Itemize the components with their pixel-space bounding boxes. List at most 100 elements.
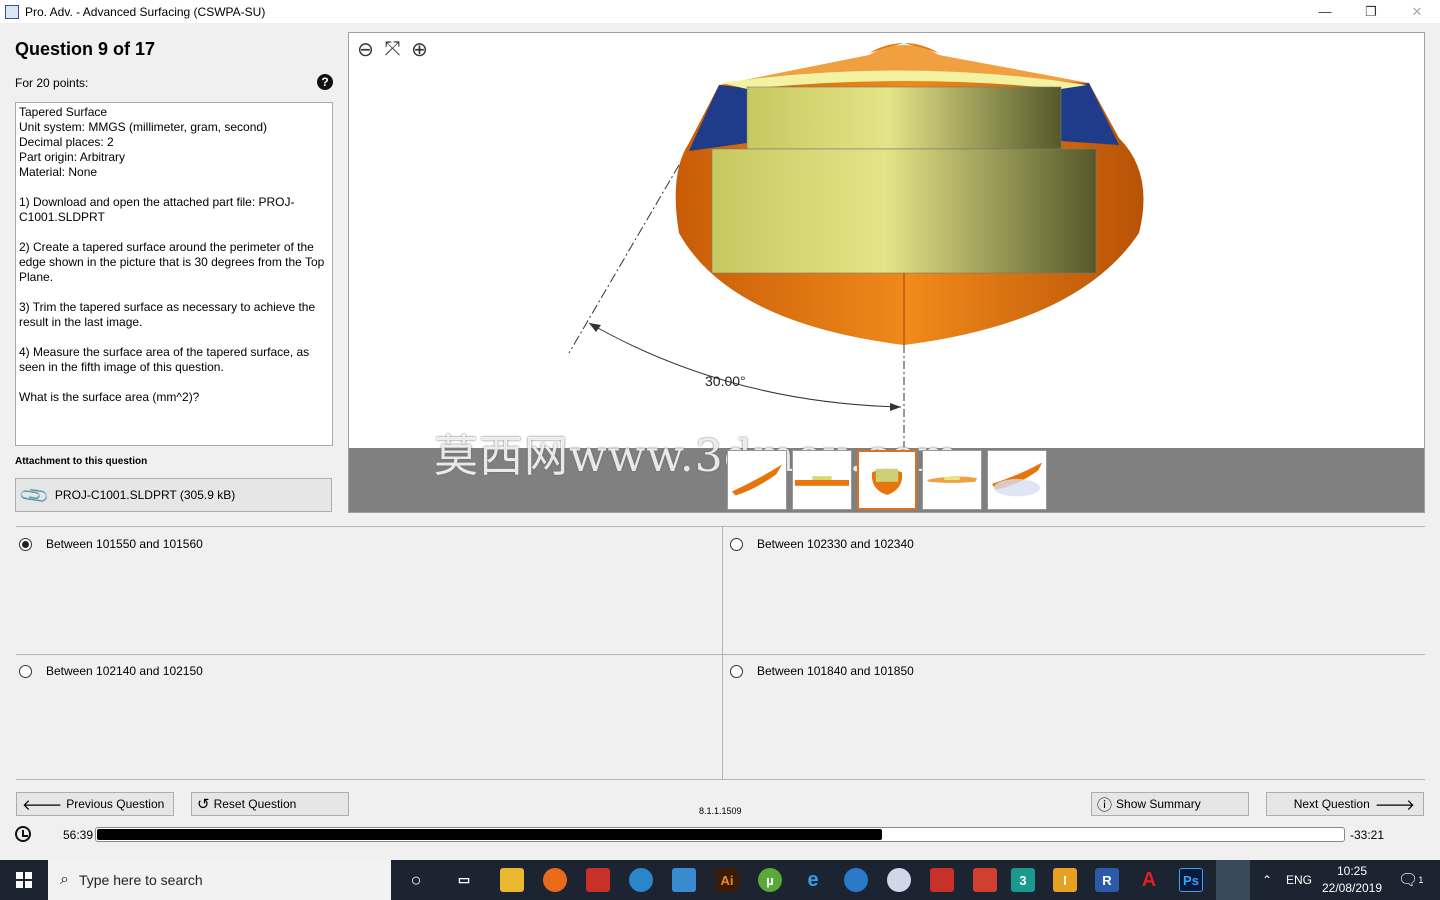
exam-app-icon[interactable] bbox=[1216, 860, 1250, 900]
window-controls: — ❐ ✕ bbox=[1302, 0, 1440, 23]
app-icon-i[interactable]: I bbox=[1053, 868, 1077, 892]
answer-option-1[interactable]: Between 101550 and 101560 bbox=[19, 537, 203, 551]
radio-button[interactable] bbox=[19, 664, 32, 678]
restore-button[interactable]: ❐ bbox=[1348, 0, 1394, 23]
answer-option-2[interactable]: Between 102330 and 102340 bbox=[730, 537, 914, 551]
answer-options: Between 101550 and 101560 Between 102330… bbox=[16, 526, 1425, 780]
previous-question-button[interactable]: 🡐 Previous Question bbox=[16, 792, 174, 816]
show-summary-label: Show Summary bbox=[1116, 797, 1201, 811]
answer-label: Between 102330 and 102340 bbox=[757, 537, 914, 551]
start-button[interactable] bbox=[0, 860, 48, 900]
help-icon[interactable]: ? bbox=[317, 74, 333, 90]
arc-arrow-left bbox=[589, 323, 601, 332]
attachment-filename: PROJ-C1001.SLDPRT (305.9 kB) bbox=[54, 488, 236, 502]
image-viewer: 30.00° ⊖ ⤧ ⊕ 莫西网www.3dmox.com bbox=[348, 32, 1425, 513]
question-panel: Question 9 of 17 For 20 points: ? Tapere… bbox=[0, 23, 345, 523]
thumbnail-1[interactable] bbox=[727, 450, 787, 510]
clock-tray[interactable]: 10:25 22/08/2019 bbox=[1322, 860, 1382, 900]
radio-button[interactable] bbox=[730, 537, 743, 551]
autocad-icon[interactable]: A bbox=[1137, 868, 1161, 892]
answer-label: Between 102140 and 102150 bbox=[46, 664, 203, 678]
app-icon-red[interactable] bbox=[973, 868, 997, 892]
fit-view-icon[interactable]: ⤧ bbox=[380, 37, 405, 62]
zoom-toolbar: ⊖ ⤧ ⊕ bbox=[353, 37, 432, 62]
file-explorer-icon[interactable] bbox=[500, 868, 524, 892]
part-image: 30.00° bbox=[568, 43, 1144, 448]
tray-chevron-icon[interactable]: ⌃ bbox=[1262, 860, 1272, 900]
arrow-right-icon: 🡒 bbox=[1374, 796, 1415, 814]
answer-option-3[interactable]: Between 102140 and 102150 bbox=[19, 664, 203, 678]
answer-label: Between 101550 and 101560 bbox=[46, 537, 203, 551]
edge-icon[interactable]: e bbox=[801, 868, 825, 892]
question-paragraph: 4) Measure the surface area of the taper… bbox=[19, 345, 310, 374]
windows-icon bbox=[16, 872, 32, 888]
firefox-icon[interactable] bbox=[543, 868, 567, 892]
show-summary-button[interactable]: ⓘ Show Summary bbox=[1091, 792, 1249, 816]
elapsed-time: 56:39 bbox=[63, 828, 94, 842]
paperclip-icon: 📎 bbox=[18, 478, 52, 512]
question-text-box[interactable]: Tapered Surface Unit system: MMGS (milli… bbox=[15, 102, 333, 446]
minimize-button[interactable]: — bbox=[1302, 0, 1348, 23]
time-progress-fill bbox=[97, 829, 882, 840]
3dsmax-icon[interactable]: 3 bbox=[1011, 868, 1035, 892]
app-icon-wave[interactable] bbox=[844, 868, 868, 892]
thumbnail-3[interactable] bbox=[857, 450, 917, 510]
question-paragraph: 3) Trim the tapered surface as necessary… bbox=[19, 300, 316, 329]
notification-count: 1 bbox=[1418, 875, 1424, 885]
reset-question-label: Reset Question bbox=[213, 797, 297, 811]
solidworks-icon-2[interactable] bbox=[930, 868, 954, 892]
solidworks-icon[interactable] bbox=[586, 868, 610, 892]
previous-question-label: Previous Question bbox=[66, 797, 165, 811]
reset-question-button[interactable]: ↺ Reset Question bbox=[191, 792, 349, 816]
question-paragraph: 2) Create a tapered surface around the p… bbox=[19, 240, 325, 284]
app-icon bbox=[5, 4, 19, 19]
attachment-label: Attachment to this question bbox=[15, 456, 148, 467]
reset-icon: ↺ bbox=[197, 796, 210, 813]
remaining-time: -33:21 bbox=[1350, 828, 1385, 842]
close-button[interactable]: ✕ bbox=[1394, 0, 1440, 23]
thumbnail-5[interactable] bbox=[987, 450, 1047, 510]
tray-time: 10:25 bbox=[1336, 864, 1368, 878]
window-title: Pro. Adv. - Advanced Surfacing (CSWPA-SU… bbox=[25, 4, 266, 19]
side-panel-left bbox=[689, 85, 747, 151]
question-title: Question 9 of 17 bbox=[15, 39, 156, 59]
thumbnail-strip: 莫西网www.3dmox.com bbox=[349, 431, 1424, 512]
info-icon: ⓘ bbox=[1097, 796, 1113, 814]
zoom-out-icon[interactable]: ⊖ bbox=[353, 37, 378, 62]
question-paragraph: Tapered Surface Unit system: MMGS (milli… bbox=[19, 105, 268, 179]
task-view-icon[interactable]: ▭ bbox=[452, 868, 476, 892]
illustrator-icon[interactable]: Ai bbox=[715, 868, 739, 892]
answer-label: Between 101840 and 101850 bbox=[757, 664, 914, 678]
question-paragraph: 1) Download and open the attached part f… bbox=[19, 195, 295, 224]
taskbar: ⌕ Type here to search ○ ▭ Ai µ e 3 I R A… bbox=[0, 860, 1440, 900]
angle-dimension-label: 30.00° bbox=[705, 373, 746, 389]
cortana-icon[interactable]: ○ bbox=[404, 868, 428, 892]
clock-icon bbox=[15, 826, 31, 842]
question-paragraph: What is the surface area (mm^2)? bbox=[19, 390, 200, 404]
taskbar-search[interactable]: ⌕ Type here to search bbox=[48, 860, 391, 900]
app-icon-blue-circle[interactable] bbox=[629, 868, 653, 892]
time-progress-bar bbox=[95, 827, 1345, 842]
notification-icon[interactable]: 🗨 1 bbox=[1398, 860, 1423, 900]
search-icon: ⌕ bbox=[60, 871, 69, 888]
answer-option-4[interactable]: Between 101840 and 101850 bbox=[730, 664, 914, 678]
radio-button-selected[interactable] bbox=[19, 537, 32, 551]
cinema4d-icon[interactable] bbox=[887, 868, 911, 892]
utorrent-icon[interactable]: µ bbox=[758, 868, 782, 892]
attachment-button[interactable]: 📎 PROJ-C1001.SLDPRT (305.9 kB) bbox=[15, 478, 332, 512]
photoshop-icon[interactable]: Ps bbox=[1179, 868, 1203, 892]
arc-arrow-right bbox=[890, 403, 901, 411]
thumbnail-2[interactable] bbox=[792, 450, 852, 510]
radio-button[interactable] bbox=[730, 664, 743, 678]
arrow-left-icon: 🡐 bbox=[22, 796, 63, 814]
language-indicator[interactable]: ENG bbox=[1286, 860, 1312, 900]
next-question-button[interactable]: Next Question 🡒 bbox=[1266, 792, 1424, 816]
answer-divider-horizontal bbox=[16, 654, 1425, 655]
revit-icon[interactable]: R bbox=[1095, 868, 1119, 892]
zoom-in-icon[interactable]: ⊕ bbox=[407, 37, 432, 62]
side-panel-right bbox=[1061, 83, 1119, 145]
search-placeholder: Type here to search bbox=[78, 872, 203, 888]
thumbnail-4[interactable] bbox=[922, 450, 982, 510]
tapered-angle-line bbox=[568, 164, 680, 354]
app-icon-monitor[interactable] bbox=[672, 868, 696, 892]
